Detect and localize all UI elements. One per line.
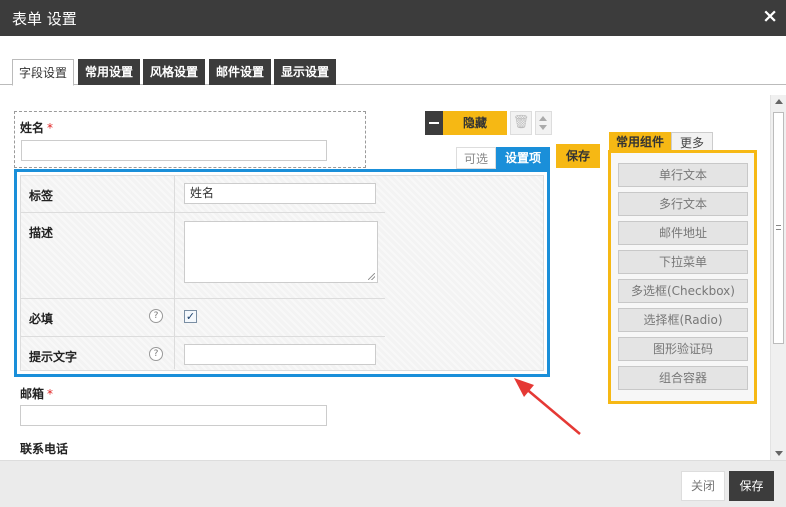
content-area: 姓名 * 隐藏 🗑 可选 设置项 保存 标签 姓名 描述 必填 ? ✓ 提示文字… bbox=[0, 85, 770, 460]
description-textarea[interactable] bbox=[184, 221, 378, 283]
tab-settings-items[interactable]: 设置项 bbox=[496, 147, 550, 169]
hint-row-label: 提示文字 bbox=[29, 350, 78, 364]
component-captcha[interactable]: 图形验证码 bbox=[618, 337, 748, 361]
title-bar: 表单 设置 × bbox=[0, 0, 786, 36]
scroll-down-icon[interactable] bbox=[775, 451, 783, 456]
tab-common-components[interactable]: 常用组件 bbox=[609, 132, 671, 152]
label-input[interactable]: 姓名 bbox=[184, 183, 376, 204]
required-row: 必填 ? ✓ bbox=[21, 299, 385, 337]
component-radio[interactable]: 选择框(Radio) bbox=[618, 308, 748, 332]
component-single-line-text[interactable]: 单行文本 bbox=[618, 163, 748, 187]
email-input[interactable] bbox=[20, 405, 327, 426]
phone-field-label: 联系电话 bbox=[20, 442, 69, 456]
hint-row: 提示文字 ? bbox=[21, 337, 385, 370]
minus-icon[interactable] bbox=[425, 111, 443, 135]
close-icon[interactable]: × bbox=[762, 5, 778, 27]
move-up-icon[interactable] bbox=[539, 116, 547, 121]
help-icon[interactable]: ? bbox=[149, 309, 163, 323]
tab-mail-settings[interactable]: 邮件设置 bbox=[209, 59, 271, 85]
dialog-title: 表单 设置 bbox=[12, 10, 77, 28]
required-mark: * bbox=[47, 387, 54, 401]
move-down-icon[interactable] bbox=[539, 125, 547, 130]
tab-display-settings[interactable]: 显示设置 bbox=[274, 59, 336, 85]
label-row: 标签 姓名 bbox=[21, 176, 385, 213]
component-multi-line-text[interactable]: 多行文本 bbox=[618, 192, 748, 216]
hide-button[interactable]: 隐藏 bbox=[443, 111, 507, 135]
component-group-container[interactable]: 组合容器 bbox=[618, 366, 748, 390]
required-mark: * bbox=[47, 121, 54, 135]
tab-field-settings[interactable]: 字段设置 bbox=[12, 59, 74, 86]
red-arrow-annotation bbox=[514, 378, 581, 435]
label-row-label: 标签 bbox=[29, 189, 54, 203]
required-row-label: 必填 bbox=[29, 312, 54, 326]
scrollbar-thumb[interactable] bbox=[773, 112, 784, 344]
component-dropdown[interactable]: 下拉菜单 bbox=[618, 250, 748, 274]
grip-icon bbox=[776, 225, 781, 230]
components-panel: 单行文本 多行文本 邮件地址 下拉菜单 多选框(Checkbox) 选择框(Ra… bbox=[608, 150, 757, 404]
required-checkbox[interactable]: ✓ bbox=[184, 310, 197, 323]
scroll-up-icon[interactable] bbox=[775, 99, 783, 104]
help-icon[interactable]: ? bbox=[149, 347, 163, 361]
form-settings-dialog: 表单 设置 × 字段设置 常用设置 风格设置 邮件设置 显示设置 姓名 * 隐藏 … bbox=[0, 0, 786, 507]
name-field-block[interactable]: 姓名 * bbox=[14, 111, 366, 168]
save-button[interactable]: 保存 bbox=[729, 471, 774, 501]
tab-common-settings[interactable]: 常用设置 bbox=[78, 59, 140, 85]
tab-more-components[interactable]: 更多 bbox=[671, 132, 713, 152]
save-field-button[interactable]: 保存 bbox=[556, 144, 600, 168]
dialog-footer: 关闭 保存 bbox=[0, 460, 786, 507]
tab-optional[interactable]: 可选 bbox=[456, 147, 496, 169]
component-checkbox[interactable]: 多选框(Checkbox) bbox=[618, 279, 748, 303]
name-input[interactable] bbox=[21, 140, 327, 161]
component-email[interactable]: 邮件地址 bbox=[618, 221, 748, 245]
tab-style-settings[interactable]: 风格设置 bbox=[143, 59, 205, 85]
settings-table: 标签 姓名 描述 必填 ? ✓ 提示文字 ? bbox=[20, 175, 544, 371]
close-button[interactable]: 关闭 bbox=[681, 471, 725, 501]
name-field-label: 姓名 * bbox=[20, 121, 54, 135]
resize-grip-icon[interactable] bbox=[368, 273, 375, 280]
description-row-label: 描述 bbox=[29, 226, 54, 240]
arrow-shaft bbox=[523, 386, 581, 435]
description-row: 描述 bbox=[21, 213, 385, 299]
move-field-button[interactable] bbox=[535, 111, 552, 135]
field-settings-panel: 标签 姓名 描述 必填 ? ✓ 提示文字 ? bbox=[14, 169, 550, 377]
hint-input[interactable] bbox=[184, 344, 376, 365]
vertical-scrollbar[interactable] bbox=[770, 95, 786, 460]
trash-icon[interactable]: 🗑 bbox=[510, 111, 532, 135]
email-field-label: 邮箱 * bbox=[20, 387, 54, 401]
